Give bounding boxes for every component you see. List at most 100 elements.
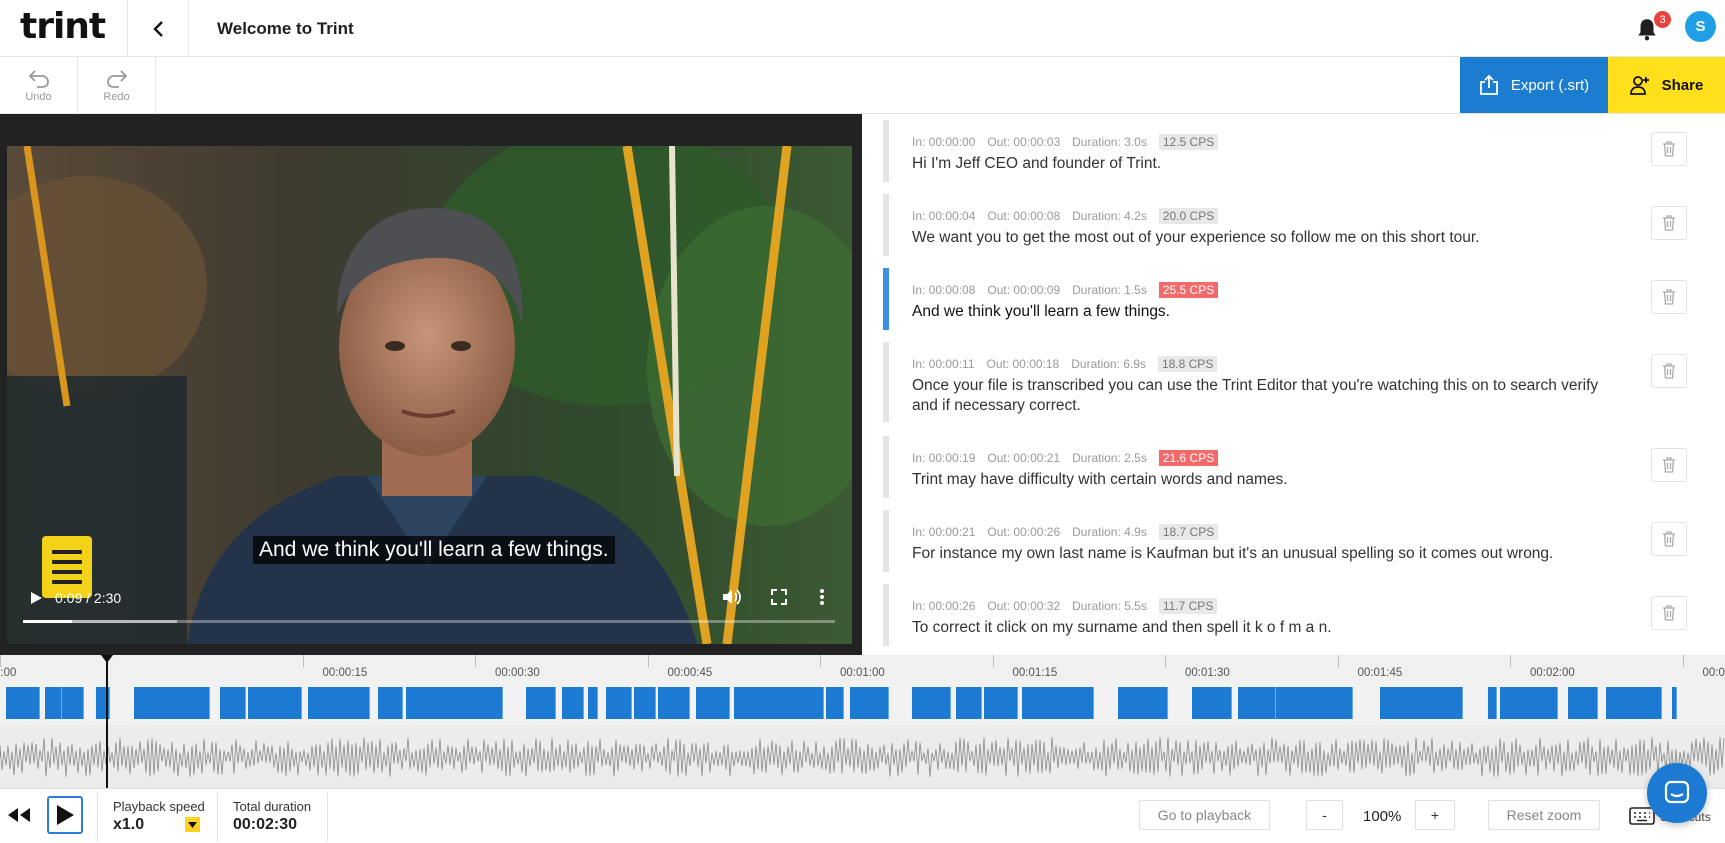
subtitle-meta: In: 00:00:11 Out: 00:00:18 Duration: 6.9s 1…	[912, 356, 1229, 372]
subtitle-text[interactable]: We want you to get the most out of your …	[912, 228, 1622, 248]
timeline-segment[interactable]	[406, 687, 503, 719]
speed-dropdown-toggle[interactable]	[185, 817, 200, 832]
timeline-segment[interactable]	[1276, 687, 1353, 719]
timeline-segment[interactable]	[62, 687, 84, 719]
reset-zoom-button[interactable]: Reset zoom	[1488, 800, 1600, 830]
timeline-segments	[0, 687, 1725, 721]
subtitle-row[interactable]: In: 00:00:04 Out: 00:00:08 Duration: 4.2s 2…	[883, 194, 1725, 256]
more-options-icon[interactable]	[817, 586, 827, 608]
share-label: Share	[1661, 76, 1704, 94]
timeline-segment[interactable]	[606, 687, 632, 719]
ruler-tick	[1165, 655, 1166, 667]
volume-icon[interactable]	[720, 586, 742, 608]
subtitle-text[interactable]: Once your file is transcribed you can us…	[912, 376, 1622, 416]
subtitle-in-time: In: 00:00:00	[912, 135, 976, 149]
trash-icon	[1663, 215, 1675, 231]
subtitle-text[interactable]: Hi I'm Jeff CEO and founder of Trint.	[912, 154, 1622, 174]
timeline-segment[interactable]	[1568, 687, 1598, 719]
trint-logo[interactable]: trint	[20, 6, 106, 47]
chat-support-button[interactable]	[1647, 763, 1707, 823]
undo-icon	[28, 69, 49, 88]
timeline-segment[interactable]	[134, 687, 210, 719]
delete-subtitle-button[interactable]	[1651, 206, 1687, 240]
subtitle-text[interactable]: To correct it click on my surname and th…	[912, 618, 1622, 638]
subtitle-row[interactable]: In: 00:00:21 Out: 00:00:26 Duration: 4.9s 1…	[883, 510, 1725, 572]
trint-watermark-icon	[42, 536, 92, 598]
add-user-icon	[1629, 76, 1649, 95]
timeline-segment[interactable]	[248, 687, 302, 719]
timeline-segment[interactable]	[6, 687, 40, 719]
delete-subtitle-button[interactable]	[1651, 448, 1687, 482]
undo-button[interactable]: Undo	[0, 57, 78, 114]
play-button[interactable]	[47, 796, 83, 834]
subtitle-meta: In: 00:00:00 Out: 00:00:03 Duration: 3.0s 1…	[912, 134, 1230, 150]
delete-subtitle-button[interactable]	[1651, 280, 1687, 314]
subtitle-out-time: Out: 00:00:26	[987, 525, 1061, 539]
timeline-segment[interactable]	[526, 687, 556, 719]
play-icon[interactable]	[27, 588, 45, 608]
go-to-playback-button[interactable]: Go to playback	[1139, 800, 1270, 830]
delete-subtitle-button[interactable]	[1651, 596, 1687, 630]
ruler-tick	[820, 655, 821, 667]
subtitle-row[interactable]: In: 00:00:11 Out: 00:00:18 Duration: 6.9s 1…	[883, 342, 1725, 422]
timeline-segment[interactable]	[1192, 687, 1232, 719]
trash-icon	[1663, 457, 1675, 473]
timeline-segment[interactable]	[562, 687, 584, 719]
delete-subtitle-button[interactable]	[1651, 522, 1687, 556]
playback-speed-value[interactable]: x1.0	[113, 816, 144, 834]
zoom-out-button[interactable]: -	[1306, 800, 1343, 830]
subtitle-out-time: Out: 00:00:03	[987, 135, 1061, 149]
rewind-icon[interactable]	[6, 803, 32, 827]
timeline-segment[interactable]	[1488, 687, 1497, 719]
subtitle-text[interactable]: And we think you'll learn a few things.	[912, 302, 1622, 322]
timeline-segment[interactable]	[588, 687, 598, 719]
video-progress-bar[interactable]	[23, 620, 835, 623]
ruler-tick	[1510, 655, 1511, 667]
playhead[interactable]	[106, 655, 108, 788]
subtitle-row[interactable]: In: 00:00:08 Out: 00:00:09 Duration: 1.5s 2…	[883, 268, 1725, 330]
timeline-segment[interactable]	[956, 687, 982, 719]
subtitle-out-time: Out: 00:00:21	[987, 451, 1061, 465]
export-button[interactable]: Export (.srt)	[1460, 57, 1608, 113]
zoom-in-button[interactable]: +	[1415, 800, 1455, 830]
timeline-segment[interactable]	[1238, 687, 1276, 719]
fullscreen-icon[interactable]	[768, 586, 790, 608]
timeline-segment[interactable]	[1672, 687, 1677, 719]
timeline-segment[interactable]	[378, 687, 403, 719]
timeline-segment[interactable]	[912, 687, 951, 719]
bottom-bar: Playback speed x1.0 Total duration 00:02…	[0, 788, 1725, 843]
share-button[interactable]: Share	[1608, 57, 1725, 113]
timeline-segment[interactable]	[1380, 687, 1463, 719]
delete-subtitle-button[interactable]	[1651, 354, 1687, 388]
top-header: trint Welcome to Trint 3 S	[0, 0, 1725, 57]
timeline-segment[interactable]	[308, 687, 370, 719]
timeline-segment[interactable]	[634, 687, 656, 719]
audio-waveform[interactable]	[0, 725, 1725, 788]
subtitle-row[interactable]: In: 00:00:26 Out: 00:00:32 Duration: 5.5s 1…	[883, 584, 1725, 646]
timeline[interactable]: 0:00 00:00:15 00:00:30 00:00:45 00:01:00 00:0…	[0, 655, 1725, 788]
back-button[interactable]	[127, 0, 189, 57]
subtitle-text[interactable]: Trint may have difficulty with certain w…	[912, 470, 1622, 490]
timeline-segment[interactable]	[45, 687, 62, 719]
timeline-segment[interactable]	[734, 687, 806, 719]
subtitle-row[interactable]: In: 00:00:19 Out: 00:00:21 Duration: 2.5s 2…	[883, 436, 1725, 498]
timeline-segment[interactable]	[1118, 687, 1168, 719]
timeline-segment[interactable]	[1500, 687, 1558, 719]
delete-subtitle-button[interactable]	[1651, 132, 1687, 166]
timeline-segment[interactable]	[696, 687, 730, 719]
timeline-segment[interactable]	[1606, 687, 1662, 719]
redo-button[interactable]: Redo	[78, 57, 156, 114]
timeline-segment[interactable]	[1022, 687, 1094, 719]
playhead-handle-icon[interactable]	[101, 655, 113, 663]
timeline-segment[interactable]	[984, 687, 1018, 719]
subtitle-text[interactable]: For instance my own last name is Kaufman…	[912, 544, 1622, 564]
subtitle-row[interactable]: In: 00:00:00 Out: 00:00:03 Duration: 3.0s 1…	[883, 120, 1725, 182]
timeline-segment[interactable]	[658, 687, 690, 719]
subtitle-row-indicator	[883, 268, 889, 330]
timeline-segment[interactable]	[826, 687, 844, 719]
timeline-segment[interactable]	[798, 687, 824, 719]
timeline-segment[interactable]	[850, 687, 889, 719]
timeline-segment[interactable]	[220, 687, 246, 719]
user-avatar[interactable]: S	[1685, 11, 1716, 42]
video-player[interactable]: And we think you'll learn a few things. …	[7, 146, 852, 644]
